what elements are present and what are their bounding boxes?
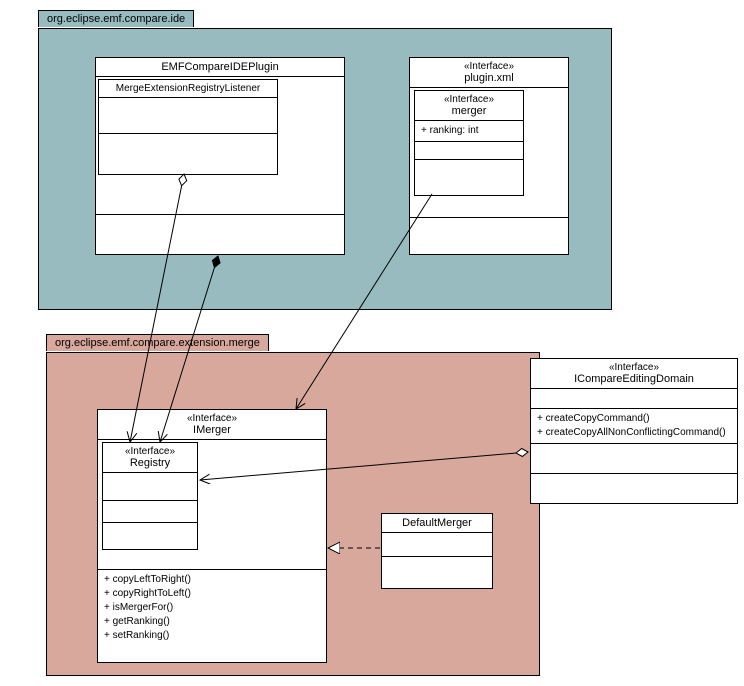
class-plugin-xml-stereo: «Interface» [416, 61, 562, 72]
class-iced-stereo: «Interface» [537, 362, 731, 373]
op-copylefttoright: + copyLeftToRight() [104, 573, 320, 587]
class-defaultmerger-name: DefaultMerger [402, 517, 472, 529]
class-registry-header: «Interface» Registry [103, 443, 197, 473]
op-copyrighttoleft: + copyRightToLeft() [104, 587, 320, 601]
package-merge: org.eclipse.emf.compare.extension.merge … [46, 352, 540, 676]
op-setranking: + setRanking() [104, 629, 320, 643]
package-merge-label: org.eclipse.emf.compare.extension.merge [55, 337, 260, 349]
class-registry: «Interface» Registry [102, 442, 198, 550]
package-ide: org.eclipse.emf.compare.ide EMFCompareID… [38, 28, 612, 310]
class-imerger-ops: + copyLeftToRight() + copyRightToLeft() … [98, 570, 326, 646]
class-imerger-name: IMerger [104, 424, 320, 436]
class-iced-header: «Interface» ICompareEditingDomain [531, 359, 737, 389]
class-defaultmerger-title: DefaultMerger [382, 514, 492, 533]
class-emfcompareideplugin-title: EMFCompareIDEPlugin [96, 58, 344, 77]
op-createcopyallnonconflicting: + createCopyAllNonConflictingCommand() [537, 426, 731, 440]
class-defaultmerger: DefaultMerger [381, 513, 493, 589]
class-merger-attrs: + ranking: int [415, 121, 523, 142]
op-getranking: + getRanking() [104, 615, 320, 629]
class-mergeextensionregistrylistener-name: MergeExtensionRegistryListener [116, 83, 261, 94]
class-merger-stereo: «Interface» [421, 94, 517, 105]
op-ismergerfor: + isMergerFor() [104, 601, 320, 615]
class-iced-name: ICompareEditingDomain [537, 373, 731, 385]
class-icompareeditingdomain: «Interface» ICompareEditingDomain + crea… [530, 358, 738, 504]
class-registry-stereo: «Interface» [109, 446, 191, 457]
class-mergeextensionregistrylistener: MergeExtensionRegistryListener [98, 79, 278, 175]
class-emfcompareideplugin: EMFCompareIDEPlugin MergeExtensionRegist… [95, 57, 345, 255]
class-merger-header: «Interface» merger [415, 91, 523, 121]
class-imerger-stereo: «Interface» [104, 413, 320, 424]
op-createcopycommand: + createCopyCommand() [537, 412, 731, 426]
class-merger-name: merger [421, 105, 517, 117]
class-plugin-xml-header: «Interface» plugin.xml [410, 58, 568, 88]
class-registry-name: Registry [109, 457, 191, 469]
class-merger-attr-ranking: + ranking: int [421, 125, 479, 136]
class-mergeextensionregistrylistener-title: MergeExtensionRegistryListener [99, 80, 277, 98]
class-merger: «Interface» merger + ranking: int [414, 90, 524, 196]
package-merge-tab: org.eclipse.emf.compare.extension.merge [46, 334, 269, 351]
package-ide-tab: org.eclipse.emf.compare.ide [38, 10, 194, 27]
class-iced-ops: + createCopyCommand() + createCopyAllNon… [531, 409, 737, 444]
class-plugin-xml: «Interface» plugin.xml «Interface» merge… [409, 57, 569, 255]
class-emfcompareideplugin-name: EMFCompareIDEPlugin [161, 61, 278, 73]
package-ide-label: org.eclipse.emf.compare.ide [47, 13, 185, 25]
class-plugin-xml-name: plugin.xml [416, 72, 562, 84]
class-imerger-header: «Interface» IMerger [98, 410, 326, 440]
class-imerger: «Interface» IMerger «Interface» Registry… [97, 409, 327, 663]
